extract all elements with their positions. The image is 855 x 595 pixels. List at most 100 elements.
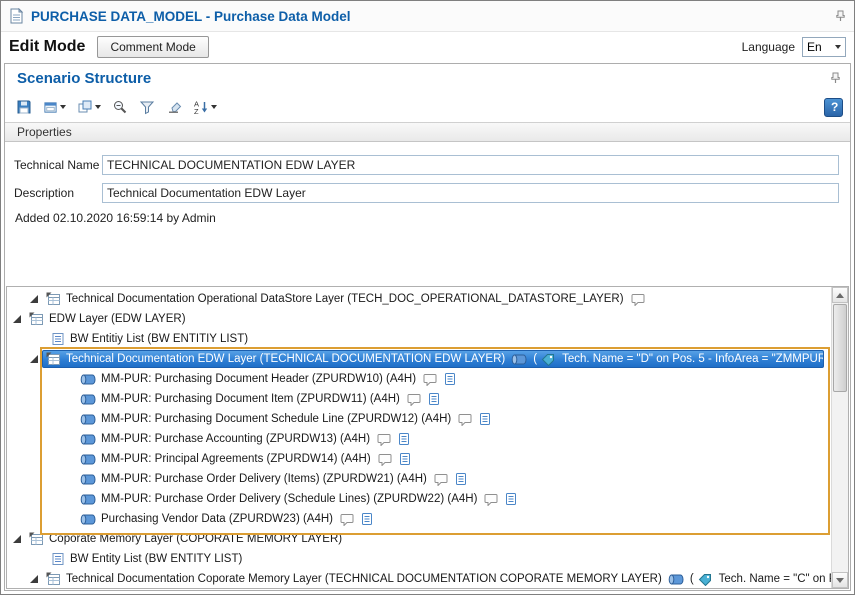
app-window: PURCHASE DATA_MODEL - Purchase Data Mode… xyxy=(0,0,855,595)
tree-row-label: Coporate Memory Layer (COPORATE MEMORY L… xyxy=(49,533,342,545)
adso-icon xyxy=(80,453,96,466)
sort-icon: AZ xyxy=(193,99,209,115)
comment-icon[interactable] xyxy=(434,473,448,486)
tree-node[interactable]: Technical Documentation EDW Layer (TECHN… xyxy=(42,350,824,368)
comment-icon[interactable] xyxy=(423,373,437,386)
technical-name-input[interactable] xyxy=(102,155,839,175)
tree-row-label: Technical Documentation Coporate Memory … xyxy=(66,573,662,585)
tree-node[interactable]: MM-PUR: Purchase Accounting (ZPURDW13) (… xyxy=(76,430,414,448)
arrow-up-icon xyxy=(836,293,844,298)
adso-icon xyxy=(80,493,96,506)
properties-tab-label: Properties xyxy=(17,125,72,139)
expander-icon[interactable] xyxy=(13,315,21,323)
tree-node[interactable]: Purchasing Vendor Data (ZPURDW23) (A4H) xyxy=(76,510,377,528)
zoom-button[interactable] xyxy=(108,96,132,118)
chevron-down-icon xyxy=(211,105,217,109)
adso-icon xyxy=(80,393,96,406)
scroll-down-button[interactable] xyxy=(832,572,848,588)
pin-icon[interactable] xyxy=(835,10,846,22)
scenario-tree: Technical Documentation Operational Data… xyxy=(7,287,831,588)
window-title: PURCHASE DATA_MODEL - Purchase Data Mode… xyxy=(31,9,351,24)
adso-icon xyxy=(80,413,96,426)
scenario-panel: Scenario Structure AZ ? Properties Techn… xyxy=(4,63,851,591)
comment-icon[interactable] xyxy=(458,413,472,426)
tree-row: MM-PUR: Purchase Accounting (ZPURDW13) (… xyxy=(7,429,831,449)
language-value: En xyxy=(807,40,822,54)
tree-node[interactable]: Technical Documentation Coporate Memory … xyxy=(42,570,831,588)
description-label: Description xyxy=(14,186,102,200)
layer-icon xyxy=(29,532,44,546)
tree-row-label: BW Entitiy List (BW ENTITIY LIST) xyxy=(70,333,248,345)
tree-row: Purchasing Vendor Data (ZPURDW23) (A4H) xyxy=(7,509,831,529)
tree-row-label: MM-PUR: Principal Agreements (ZPURDW14) … xyxy=(101,453,371,465)
doc-icon[interactable] xyxy=(444,372,456,386)
edit-mode-label: Edit Mode xyxy=(9,38,85,56)
comment-mode-button[interactable]: Comment Mode xyxy=(97,36,208,58)
expander-icon[interactable] xyxy=(30,355,38,363)
tree-row: Technical Documentation Operational Data… xyxy=(7,289,831,309)
tree-row: MM-PUR: Principal Agreements (ZPURDW14) … xyxy=(7,449,831,469)
description-input[interactable] xyxy=(102,183,839,203)
scenario-pin-icon[interactable] xyxy=(830,72,841,84)
scrollbar-thumb[interactable] xyxy=(833,304,847,392)
doc-icon[interactable] xyxy=(398,432,410,446)
doc-icon[interactable] xyxy=(399,452,411,466)
save-icon xyxy=(16,99,32,115)
chevron-down-icon xyxy=(60,105,66,109)
sort-button[interactable]: AZ xyxy=(189,96,221,118)
doc-icon[interactable] xyxy=(505,492,517,506)
comment-icon[interactable] xyxy=(407,393,421,406)
scenario-header: Scenario Structure xyxy=(5,64,850,92)
save-button[interactable] xyxy=(12,96,36,118)
tree-node[interactable]: EDW Layer (EDW LAYER) xyxy=(25,310,190,328)
tree-node[interactable]: MM-PUR: Purchasing Document Header (ZPUR… xyxy=(76,370,460,388)
tree-node[interactable]: MM-PUR: Purchase Order Delivery (Schedul… xyxy=(76,490,521,508)
save-options-button[interactable] xyxy=(39,97,70,118)
tree-node[interactable]: BW Entitiy List (BW ENTITIY LIST) xyxy=(47,330,252,348)
comment-icon[interactable] xyxy=(377,433,391,446)
doc-icon[interactable] xyxy=(455,472,467,486)
tree-node[interactable]: MM-PUR: Purchasing Document Schedule Lin… xyxy=(76,410,495,428)
tree-row: Coporate Memory Layer (COPORATE MEMORY L… xyxy=(7,529,831,549)
doc-icon[interactable] xyxy=(361,512,373,526)
expander-icon[interactable] xyxy=(30,295,38,303)
tree-node[interactable]: MM-PUR: Principal Agreements (ZPURDW14) … xyxy=(76,450,415,468)
list-icon xyxy=(51,332,65,346)
adso-icon xyxy=(668,573,684,586)
comment-icon[interactable] xyxy=(378,453,392,466)
mode-bar: Edit Mode Comment Mode Language En xyxy=(1,32,854,62)
tree-row-label: Purchasing Vendor Data (ZPURDW23) (A4H) xyxy=(101,513,333,525)
doc-icon[interactable] xyxy=(428,392,440,406)
comment-icon[interactable] xyxy=(484,493,498,506)
clear-filter-icon xyxy=(166,99,182,115)
tree-node[interactable]: Technical Documentation Operational Data… xyxy=(42,290,649,308)
language-select[interactable]: En xyxy=(802,37,846,57)
language-label: Language xyxy=(742,40,795,54)
expander-icon[interactable] xyxy=(13,535,21,543)
properties-section-header: Properties xyxy=(5,122,850,142)
scroll-up-button[interactable] xyxy=(832,287,848,303)
tree-row-label: MM-PUR: Purchase Order Delivery (Items) … xyxy=(101,473,427,485)
save-options-icon xyxy=(43,100,58,115)
help-button[interactable]: ? xyxy=(824,98,843,117)
tree-row: MM-PUR: Purchase Order Delivery (Items) … xyxy=(7,469,831,489)
vertical-scrollbar[interactable] xyxy=(831,287,848,588)
copy-layout-button[interactable] xyxy=(73,96,105,118)
doc-icon[interactable] xyxy=(479,412,491,426)
comment-icon[interactable] xyxy=(631,293,645,306)
tree-row-label: EDW Layer (EDW LAYER) xyxy=(49,313,186,325)
tree-node[interactable]: Coporate Memory Layer (COPORATE MEMORY L… xyxy=(25,530,346,548)
comment-icon[interactable] xyxy=(340,513,354,526)
adso-icon xyxy=(80,373,96,386)
layer-icon xyxy=(46,572,61,586)
tree-row-label: MM-PUR: Purchasing Document Header (ZPUR… xyxy=(101,373,416,385)
expander-icon[interactable] xyxy=(30,575,38,583)
tree-node[interactable]: MM-PUR: Purchase Order Delivery (Items) … xyxy=(76,470,471,488)
tree-row-label: Technical Documentation EDW Layer (TECHN… xyxy=(66,353,505,365)
clear-filter-button[interactable] xyxy=(162,96,186,118)
svg-text:Z: Z xyxy=(194,107,199,115)
tree-node[interactable]: BW Entity List (BW ENTITY LIST) xyxy=(47,550,246,568)
filter-button[interactable] xyxy=(135,96,159,118)
tree-row-annotation: Tech. Name = "C" on Pos. 5 - InfoArea xyxy=(719,573,831,585)
tree-node[interactable]: MM-PUR: Purchasing Document Item (ZPURDW… xyxy=(76,390,444,408)
